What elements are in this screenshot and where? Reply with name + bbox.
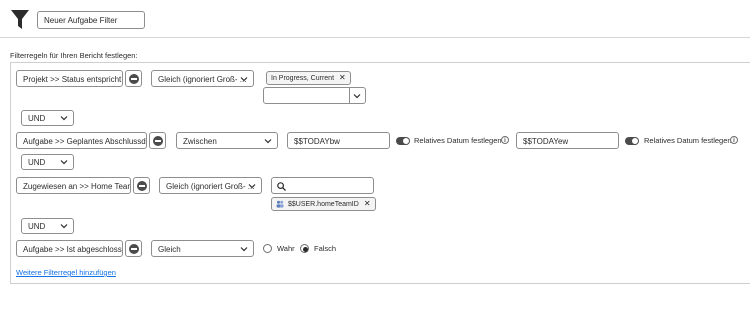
rule-1-operator-value: Gleich (ignoriert Groß- ...	[158, 75, 247, 84]
relative-date-label-1: Relatives Datum festlegen	[414, 136, 502, 145]
rule-3-operator-value: Gleich (ignoriert Groß- ...	[166, 182, 255, 191]
minus-icon	[128, 73, 139, 84]
chevron-down-icon	[60, 116, 68, 121]
chevron-down-icon	[353, 94, 361, 99]
radio-false-label: Falsch	[314, 244, 337, 253]
select-divider	[349, 88, 350, 103]
chevron-down-icon	[240, 247, 248, 252]
rule-1-tag-label: In Progress, Current	[271, 75, 335, 82]
minus-icon	[136, 180, 147, 191]
remove-rule-4-button[interactable]	[125, 240, 142, 257]
rule-1-operator-select[interactable]: Gleich (ignoriert Groß- ...	[151, 70, 254, 87]
chevron-down-icon	[264, 139, 272, 144]
radio-true-label: Wahr	[277, 244, 295, 253]
rule-1-value-select[interactable]	[263, 87, 366, 104]
add-filter-rule-link[interactable]: Weitere Filterregel hinzufügen	[16, 268, 116, 277]
chevron-down-icon	[240, 77, 248, 82]
rule-1-field[interactable]: Projekt >> Status entspricht	[16, 70, 123, 87]
relative-date-toggle-2[interactable]	[625, 137, 639, 145]
chevron-down-icon	[60, 224, 68, 229]
filter-icon	[11, 10, 29, 29]
minus-icon	[128, 243, 139, 254]
radio-false[interactable]	[300, 244, 309, 253]
radio-true[interactable]	[263, 244, 272, 253]
chevron-down-icon	[60, 160, 68, 165]
remove-rule-2-button[interactable]	[149, 132, 166, 149]
search-icon	[277, 182, 286, 191]
rule-4-operator-select[interactable]: Gleich	[151, 240, 254, 257]
rule-1-tag: In Progress, Current ✕	[266, 71, 351, 85]
rule-2-field[interactable]: Aufgabe >> Geplantes Abschlussdatum	[16, 132, 147, 149]
info-icon[interactable]: i	[730, 136, 738, 144]
remove-tag-icon[interactable]: ✕	[339, 73, 346, 82]
rule-2-operator-value: Zwischen	[183, 137, 217, 146]
rule-3-tag: $$USER.homeTeamID ✕	[271, 197, 376, 211]
info-icon[interactable]: i	[501, 136, 509, 144]
connector-1-select[interactable]: UND	[21, 110, 74, 126]
minus-icon	[152, 135, 163, 146]
connector-1-value: UND	[28, 114, 46, 123]
rule-4-operator-value: Gleich	[158, 245, 181, 254]
remove-tag-icon[interactable]: ✕	[364, 199, 371, 208]
relative-date-label-2: Relatives Datum festlegen	[644, 136, 732, 145]
relative-date-toggle-1[interactable]	[396, 137, 410, 145]
rule-3-search-input[interactable]	[271, 177, 374, 194]
connector-3-select[interactable]: UND	[21, 218, 74, 234]
section-title: Filterregeln für Ihren Bericht festlegen…	[10, 51, 138, 60]
header-divider	[0, 37, 750, 38]
connector-3-value: UND	[28, 222, 46, 231]
rule-4-field[interactable]: Aufgabe >> Ist abgeschlossen	[16, 240, 123, 257]
rule-2-to-input[interactable]: $$TODAYew	[516, 132, 619, 149]
connector-2-select[interactable]: UND	[21, 154, 74, 170]
filter-name-input[interactable]: Neuer Aufgabe Filter	[37, 11, 145, 29]
rule-3-field[interactable]: Zugewiesen an >> Home Team ID	[16, 177, 131, 194]
remove-rule-1-button[interactable]	[125, 70, 142, 87]
remove-rule-3-button[interactable]	[133, 177, 150, 194]
connector-2-value: UND	[28, 158, 46, 167]
rule-3-operator-select[interactable]: Gleich (ignoriert Groß- ...	[159, 177, 262, 194]
team-icon	[276, 200, 284, 208]
chevron-down-icon	[248, 184, 256, 189]
rule-2-operator-select[interactable]: Zwischen	[176, 132, 278, 149]
rule-2-from-input[interactable]: $$TODAYbw	[287, 132, 390, 149]
rule-3-tag-label: $$USER.homeTeamID	[288, 201, 359, 208]
